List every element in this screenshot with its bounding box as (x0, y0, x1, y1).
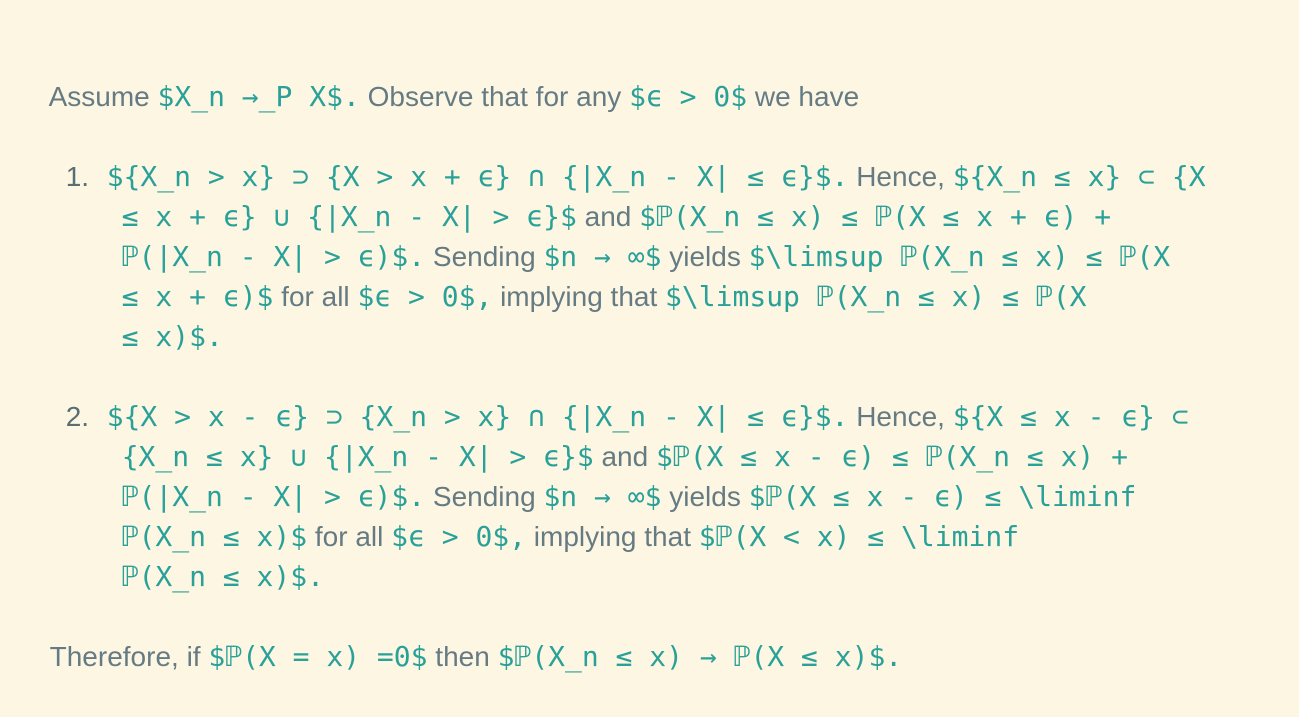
item1-line-1: ${X_n > x} ⊃ {X > x + ϵ} ∩ {|X_n - X| ≤ … (60, 117, 1206, 193)
intro-text: we have (747, 81, 860, 112)
item2-line-1: ${X > x - ϵ} ⊃ {X_n > x} ∩ {|X_n - X| ≤ … (60, 357, 1189, 433)
item2-line-5: ℙ(X_n ≤ x)$. (75, 517, 324, 593)
item1-line-2: ≤ x + ϵ} ∪ {|X_n - X| > ϵ}$ and $ℙ(X_n ≤… (75, 157, 1111, 233)
text: for all (273, 281, 358, 312)
math-inline: $ϵ > 0$, (391, 520, 527, 553)
math-inline: $ϵ > 0$ (629, 80, 748, 113)
text: implying that (492, 281, 666, 312)
math-inline: $\limsup ℙ(X_n ≤ x) ≤ ℙ(X (665, 280, 1087, 313)
item1-line-3: ℙ(|X_n - X| > ϵ)$. Sending $n → ∞$ yield… (75, 197, 1170, 273)
item1-line-5: ≤ x)$. (75, 277, 223, 353)
math-inline: ℙ(X_n ≤ x)$. (121, 560, 324, 593)
intro-text: Observe that for any (359, 81, 630, 112)
math-inline: ≤ x)$. (121, 320, 223, 353)
math-inline: $ℙ(X = x) =0$ (208, 640, 428, 673)
text: then (427, 641, 498, 672)
conclusion-paragraph: Therefore, if $ℙ(X = x) =0$ then $ℙ(X_n … (19, 597, 903, 673)
math-inline: $X_n →_P X$. (157, 80, 360, 113)
document: Assume $X_n →_P X$. Observe that for any… (0, 0, 1299, 673)
item2-line-3: ℙ(|X_n - X| > ϵ)$. Sending $n → ∞$ yield… (75, 437, 1137, 513)
item2-line-4: ℙ(X_n ≤ x)$ for all $ϵ > 0$, implying th… (75, 477, 1019, 553)
math-inline: $ϵ > 0$, (357, 280, 493, 313)
math-inline: $ℙ(X < x) ≤ \liminf (698, 520, 1020, 553)
text: implying that (526, 521, 699, 552)
item2-line-2: {X_n ≤ x} ∪ {|X_n - X| > ϵ}$ and $ℙ(X ≤ … (75, 397, 1128, 473)
intro-paragraph: Assume $X_n →_P X$. Observe that for any… (19, 37, 860, 113)
intro-text: Assume (48, 81, 158, 112)
text: Therefore, if (49, 641, 209, 672)
math-inline: $ℙ(X_n ≤ x) → ℙ(X ≤ x)$. (497, 640, 903, 673)
item1-line-4: ≤ x + ϵ)$ for all $ϵ > 0$, implying that… (75, 237, 1087, 313)
